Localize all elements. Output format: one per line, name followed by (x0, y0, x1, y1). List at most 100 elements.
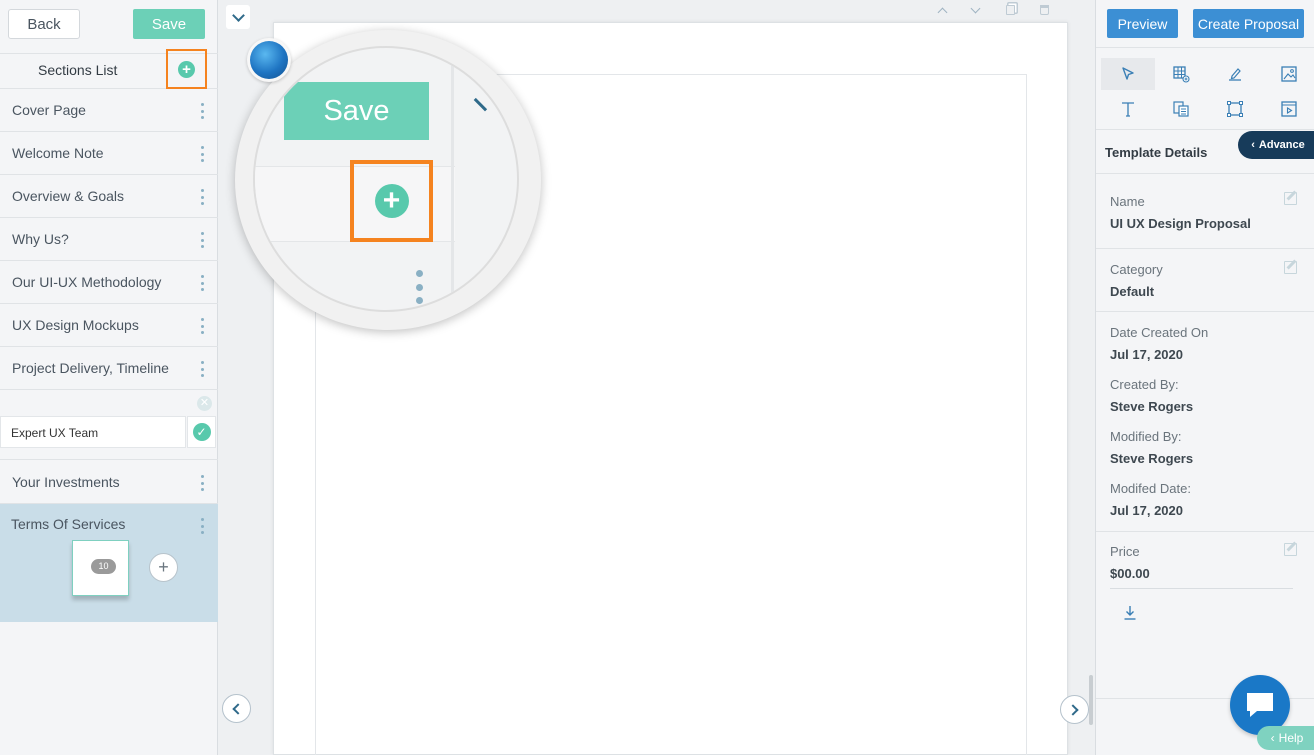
page-number-badge: 10 (91, 559, 116, 574)
cursor-icon (1122, 67, 1134, 80)
element-toolbox (1096, 48, 1314, 130)
check-icon: ✓ (192, 423, 211, 441)
date-created-label: Date Created On (1110, 325, 1209, 340)
modified-by-label: Modified By: (1110, 429, 1182, 444)
price-value: $00.00 (1110, 566, 1150, 581)
sections-list-title: Sections List (38, 62, 118, 78)
move-down-icon[interactable] (968, 3, 982, 17)
preview-button[interactable]: Preview (1107, 9, 1178, 38)
edit-price-icon[interactable] (1284, 543, 1297, 556)
kebab-menu-icon[interactable] (201, 318, 205, 334)
created-by-label: Created By: (1110, 377, 1179, 392)
trash-icon[interactable] (1037, 3, 1051, 17)
shape-tool[interactable] (1208, 93, 1262, 125)
section-item[interactable]: Your Investments (0, 461, 218, 504)
category-value: Default (1110, 284, 1155, 299)
chevron-down-icon (231, 8, 245, 22)
date-created-value: Jul 17, 2020 (1110, 347, 1183, 362)
magnifier-lens: Save + (253, 46, 519, 312)
divider (1096, 531, 1314, 532)
advance-toggle-button[interactable]: ‹ Advance (1238, 131, 1314, 159)
move-up-icon[interactable] (935, 3, 949, 17)
name-label: Name (1110, 194, 1145, 209)
section-item[interactable]: Project Delivery, Timeline (0, 347, 218, 390)
video-icon (1281, 101, 1297, 117)
edit-name-icon[interactable] (1284, 192, 1297, 205)
divider (1110, 588, 1293, 589)
edit-category-icon[interactable] (1284, 261, 1297, 274)
section-item-label: Terms Of Services (11, 516, 126, 532)
new-section-edit-row: ✕ Expert UX Team ✓ (0, 390, 218, 460)
kebab-menu-icon[interactable] (201, 232, 205, 248)
divider (1096, 311, 1314, 312)
kebab-menu-icon[interactable] (201, 103, 205, 119)
record-orb-icon[interactable] (247, 38, 291, 82)
section-item[interactable]: Cover Page (0, 89, 218, 132)
canvas-scrollbar[interactable] (1089, 675, 1093, 725)
plus-circle-icon: + (374, 184, 409, 218)
kebab-menu-icon[interactable] (201, 361, 205, 377)
chevron-right-icon (1067, 703, 1079, 716)
help-button[interactable]: ‹ Help (1257, 726, 1314, 750)
panel-top-actions: Preview Create Proposal (1096, 0, 1314, 48)
previous-page-button[interactable] (222, 694, 251, 723)
sections-sidebar: Back Save Sections List Cover Page Welco… (0, 0, 218, 755)
chevron-left-icon (232, 702, 244, 715)
created-by-value: Steve Rogers (1110, 399, 1194, 414)
magnified-divider (451, 48, 454, 310)
section-item-active[interactable]: Terms Of Services 10 + (0, 504, 218, 622)
pricing-table-tool[interactable] (1154, 93, 1208, 125)
divider (1096, 248, 1314, 249)
modified-by-value: Steve Rogers (1110, 451, 1194, 466)
back-button[interactable]: Back (8, 9, 80, 39)
text-icon (1122, 102, 1134, 117)
advance-label: Advance (1258, 139, 1305, 151)
magnified-kebab-icon (416, 270, 423, 304)
section-item[interactable]: Welcome Note (0, 132, 218, 175)
section-item-label: Cover Page (12, 102, 86, 118)
collapse-toggle-button[interactable] (226, 5, 250, 29)
kebab-menu-icon[interactable] (201, 146, 205, 162)
add-section-button[interactable]: + (166, 49, 207, 89)
create-proposal-button[interactable]: Create Proposal (1193, 9, 1304, 38)
section-item[interactable]: Overview & Goals (0, 175, 218, 218)
magnified-save-button: Save (284, 82, 429, 140)
kebab-menu-icon[interactable] (201, 518, 205, 534)
kebab-menu-icon[interactable] (201, 275, 205, 291)
section-item-label: Our UI-UX Methodology (12, 274, 162, 290)
select-cursor-tool[interactable] (1101, 58, 1155, 90)
section-name-input[interactable]: Expert UX Team (0, 416, 186, 448)
shape-frame-icon (1227, 101, 1243, 117)
section-item-label: UX Design Mockups (12, 317, 139, 333)
magnified-add-section-highlight: + (350, 160, 433, 242)
properties-panel: Preview Create Proposal Template Details (1095, 0, 1314, 755)
plus-circle-icon: + (178, 60, 195, 78)
sections-list: Cover Page Welcome Note Overview & Goals… (0, 89, 218, 390)
kebab-menu-icon[interactable] (201, 475, 205, 491)
video-tool[interactable] (1262, 93, 1314, 125)
pricing-table-icon (1173, 101, 1189, 117)
cancel-edit-icon[interactable]: ✕ (197, 396, 212, 411)
next-page-button[interactable] (1060, 695, 1089, 724)
section-item-label: Welcome Note (12, 145, 104, 161)
category-label: Category (1110, 262, 1163, 277)
duplicate-icon[interactable] (1003, 3, 1017, 17)
section-item-label: Your Investments (12, 474, 120, 490)
add-page-button[interactable]: + (149, 553, 178, 582)
modified-date-value: Jul 17, 2020 (1110, 503, 1183, 518)
page-thumbnail[interactable]: 10 (72, 540, 129, 596)
image-icon (1281, 66, 1297, 82)
section-item[interactable]: Why Us? (0, 218, 218, 261)
image-tool[interactable] (1262, 58, 1314, 90)
text-tool[interactable] (1101, 93, 1155, 125)
section-item[interactable]: Our UI-UX Methodology (0, 261, 218, 304)
chevron-left-icon: ‹ (1251, 139, 1255, 151)
kebab-menu-icon[interactable] (201, 189, 205, 205)
save-button[interactable]: Save (133, 9, 205, 39)
section-item[interactable]: UX Design Mockups (0, 304, 218, 347)
confirm-section-button[interactable]: ✓ (187, 416, 216, 448)
signature-tool[interactable] (1208, 58, 1262, 90)
section-item-label: Overview & Goals (12, 188, 125, 204)
table-tool[interactable] (1154, 58, 1208, 90)
download-icon[interactable] (1123, 605, 1137, 621)
